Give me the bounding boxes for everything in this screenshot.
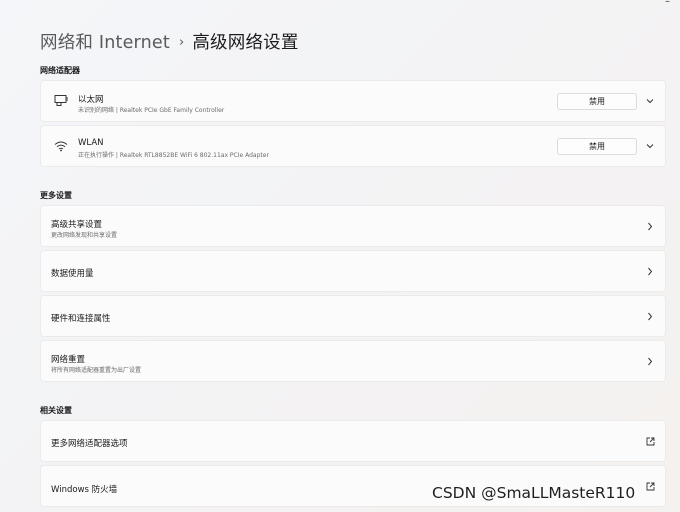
settings-item-data-usage[interactable]: 数据使用量 [40, 250, 666, 292]
adapter-card-ethernet[interactable]: 以太网 未识别的网络 | Realtek PCIe GbE Family Con… [40, 80, 666, 122]
settings-item-description: 更改网络发现和共享设置 [51, 232, 118, 239]
chevron-right-icon [645, 356, 655, 366]
open-external-icon [645, 436, 655, 446]
minimize-button[interactable]: – [665, 0, 670, 7]
settings-item-label: Windows 防火墙 [51, 485, 118, 495]
settings-item-hardware-properties[interactable]: 硬件和连接属性 [40, 295, 666, 337]
adapter-card-wlan[interactable]: WLAN 正在执行操作 | Realtek RTL8852BE WiFi 6 8… [40, 125, 666, 167]
section-heading-adapters: 网络适配器 [40, 66, 80, 75]
section-heading-related: 相关设置 [40, 406, 72, 415]
ethernet-icon [51, 81, 71, 121]
chevron-down-icon[interactable] [645, 141, 655, 151]
disable-button[interactable]: 禁用 [557, 93, 637, 110]
adapter-name: 以太网 [78, 95, 104, 105]
chevron-right-icon [645, 221, 655, 231]
settings-item-description: 将所有网络适配器重置为出厂设置 [51, 367, 142, 374]
disable-button[interactable]: 禁用 [557, 138, 637, 155]
settings-item-advanced-sharing[interactable]: 高级共享设置 更改网络发现和共享设置 [40, 205, 666, 247]
section-heading-more: 更多设置 [40, 191, 72, 200]
adapter-description: 未识别的网络 | Realtek PCIe GbE Family Control… [78, 107, 225, 114]
settings-item-label: 更多网络适配器选项 [51, 439, 128, 449]
watermark: CSDN @SmaLLMasteR110 [432, 484, 636, 502]
settings-item-label: 硬件和连接属性 [51, 314, 111, 324]
adapter-description: 正在执行操作 | Realtek RTL8852BE WiFi 6 802.11… [78, 152, 269, 159]
wifi-icon [51, 126, 71, 166]
breadcrumb: 网络和 Internet › 高级网络设置 [40, 29, 299, 54]
settings-item-more-adapter-options[interactable]: 更多网络适配器选项 [40, 420, 666, 462]
chevron-right-icon [645, 266, 655, 276]
breadcrumb-parent[interactable]: 网络和 Internet [40, 33, 170, 53]
adapter-name: WLAN [78, 138, 104, 148]
settings-item-network-reset[interactable]: 网络重置 将所有网络适配器重置为出厂设置 [40, 340, 666, 382]
settings-item-label: 网络重置 [51, 355, 86, 365]
settings-item-label: 高级共享设置 [51, 220, 103, 230]
chevron-right-icon [645, 311, 655, 321]
open-external-icon [645, 481, 655, 491]
page-title: 高级网络设置 [192, 33, 299, 53]
chevron-down-icon[interactable] [645, 96, 655, 106]
settings-item-label: 数据使用量 [51, 269, 94, 279]
breadcrumb-separator: › [178, 35, 185, 50]
